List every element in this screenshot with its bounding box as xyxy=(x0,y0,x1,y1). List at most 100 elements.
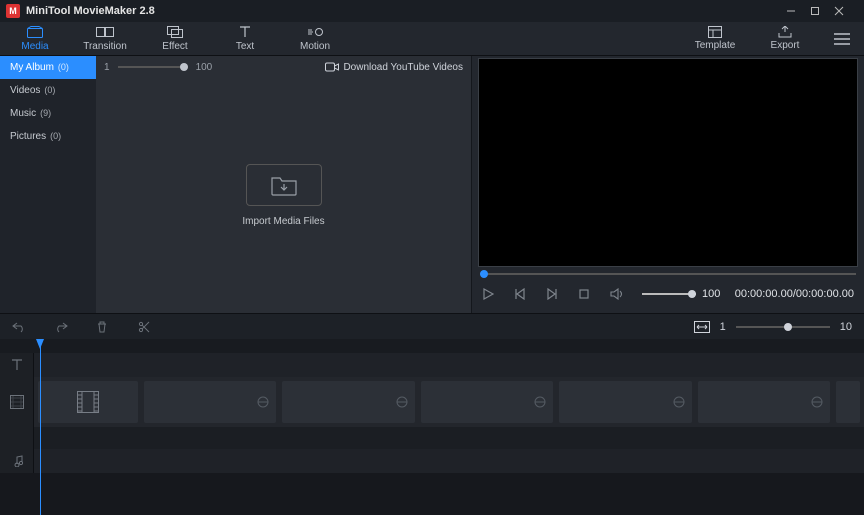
app-title: MiniTool MovieMaker 2.8 xyxy=(26,5,155,17)
motion-icon xyxy=(307,25,323,39)
sidebar-item-pictures[interactable]: Pictures (0) xyxy=(0,125,96,148)
music-note-icon xyxy=(11,455,23,467)
play-icon xyxy=(482,288,494,300)
playhead[interactable] xyxy=(40,339,41,515)
transition-icon xyxy=(256,396,270,408)
frame-forward-button[interactable] xyxy=(546,288,564,300)
sidebar-item-count: (9) xyxy=(40,108,51,118)
mute-button[interactable] xyxy=(610,288,628,300)
redo-icon xyxy=(54,321,68,333)
sidebar-item-label: Videos xyxy=(10,85,40,96)
volume-control: 100 xyxy=(642,288,720,300)
frame-back-icon xyxy=(514,288,526,300)
menu-button[interactable] xyxy=(820,22,864,55)
transition-icon xyxy=(672,396,686,408)
tab-label: Motion xyxy=(300,41,330,52)
fit-timeline-button[interactable] xyxy=(694,321,710,333)
tab-label: Media xyxy=(21,41,48,52)
sidebar-item-music[interactable]: Music (9) xyxy=(0,102,96,125)
preview-seek xyxy=(478,267,858,281)
sidebar-item-label: Music xyxy=(10,108,36,119)
download-youtube-button[interactable]: Download YouTube Videos xyxy=(325,62,463,73)
tab-transition[interactable]: Transition xyxy=(70,22,140,55)
tab-media[interactable]: Media xyxy=(0,22,70,55)
tab-text[interactable]: Text xyxy=(210,22,280,55)
media-icon xyxy=(27,25,43,39)
text-track[interactable] xyxy=(0,353,864,377)
volume-icon xyxy=(610,288,624,300)
folder-download-icon xyxy=(270,174,298,196)
video-clip-slot[interactable] xyxy=(559,381,691,423)
video-clip-slot[interactable] xyxy=(421,381,553,423)
template-icon xyxy=(708,26,722,38)
import-area: Import Media Files xyxy=(96,78,471,313)
tab-label: Effect xyxy=(162,41,187,52)
tab-template[interactable]: Template xyxy=(680,22,750,55)
preview-video[interactable] xyxy=(478,58,858,267)
delete-button[interactable] xyxy=(96,321,112,333)
audio-track[interactable] xyxy=(0,449,864,473)
track-gap xyxy=(0,427,864,449)
content-row: My Album (0) Videos (0) Music (9) Pictur… xyxy=(0,56,864,313)
zoom-max-label: 10 xyxy=(840,321,852,333)
zoom-slider[interactable] xyxy=(736,326,830,328)
export-button[interactable]: Export xyxy=(750,22,820,55)
sidebar-item-my-album[interactable]: My Album (0) xyxy=(0,56,96,79)
volume-slider[interactable] xyxy=(642,293,696,295)
preview-controls: 100 00:00:00.00/00:00:00.00 xyxy=(478,281,858,307)
undo-icon xyxy=(12,321,26,333)
window-close-button[interactable] xyxy=(834,6,858,16)
zoom-min-label: 1 xyxy=(720,321,726,333)
undo-button[interactable] xyxy=(12,321,28,333)
thumb-size-min: 1 xyxy=(104,62,110,73)
text-icon xyxy=(239,25,251,39)
text-track-label xyxy=(0,353,34,377)
text-track-icon xyxy=(11,359,23,371)
window-maximize-button[interactable] xyxy=(810,6,834,16)
sidebar-item-count: (0) xyxy=(50,131,61,141)
app-icon: M xyxy=(6,4,20,18)
split-button[interactable] xyxy=(138,321,154,333)
video-clip-slot[interactable] xyxy=(698,381,830,423)
tab-effect[interactable]: Effect xyxy=(140,22,210,55)
transition-icon xyxy=(96,25,114,39)
video-clip-slot[interactable] xyxy=(38,381,138,423)
tab-label: Template xyxy=(695,40,736,51)
tab-label: Export xyxy=(771,40,800,51)
transition-icon xyxy=(533,396,547,408)
video-clip-slot[interactable] xyxy=(836,381,860,423)
effect-icon xyxy=(167,25,183,39)
export-icon xyxy=(778,26,792,38)
import-dropzone[interactable] xyxy=(246,164,322,206)
tab-motion[interactable]: Motion xyxy=(280,22,350,55)
seek-bar[interactable] xyxy=(480,273,856,275)
video-track-icon xyxy=(10,395,24,409)
video-track[interactable] xyxy=(0,377,864,427)
sidebar-item-count: (0) xyxy=(44,85,55,95)
stop-button[interactable] xyxy=(578,288,596,300)
sidebar-item-label: Pictures xyxy=(10,131,46,142)
main-toolbar: Media Transition Effect Text Motion Temp… xyxy=(0,22,864,56)
window-minimize-button[interactable] xyxy=(786,6,810,16)
fit-icon xyxy=(694,321,710,333)
redo-button[interactable] xyxy=(54,321,70,333)
timeline-toolbar: 1 10 xyxy=(0,313,864,339)
play-button[interactable] xyxy=(482,288,500,300)
thumb-size-max: 100 xyxy=(196,62,213,73)
timeline-empty-area xyxy=(0,473,864,515)
thumbnail-size-slider[interactable] xyxy=(118,66,188,68)
videocam-icon xyxy=(325,62,339,72)
video-clip-slot[interactable] xyxy=(282,381,414,423)
transition-icon xyxy=(395,396,409,408)
audio-track-label xyxy=(0,449,34,473)
preview-panel: 100 00:00:00.00/00:00:00.00 xyxy=(472,56,864,313)
timeline-ruler[interactable] xyxy=(0,339,864,353)
seek-handle[interactable] xyxy=(480,270,488,278)
frame-back-button[interactable] xyxy=(514,288,532,300)
sidebar-item-videos[interactable]: Videos (0) xyxy=(0,79,96,102)
video-clip-slot[interactable] xyxy=(144,381,276,423)
timecode: 00:00:00.00/00:00:00.00 xyxy=(735,288,854,300)
download-youtube-label: Download YouTube Videos xyxy=(343,62,463,73)
trash-icon xyxy=(96,321,108,333)
media-panel-top: 1 100 Download YouTube Videos xyxy=(96,56,471,78)
